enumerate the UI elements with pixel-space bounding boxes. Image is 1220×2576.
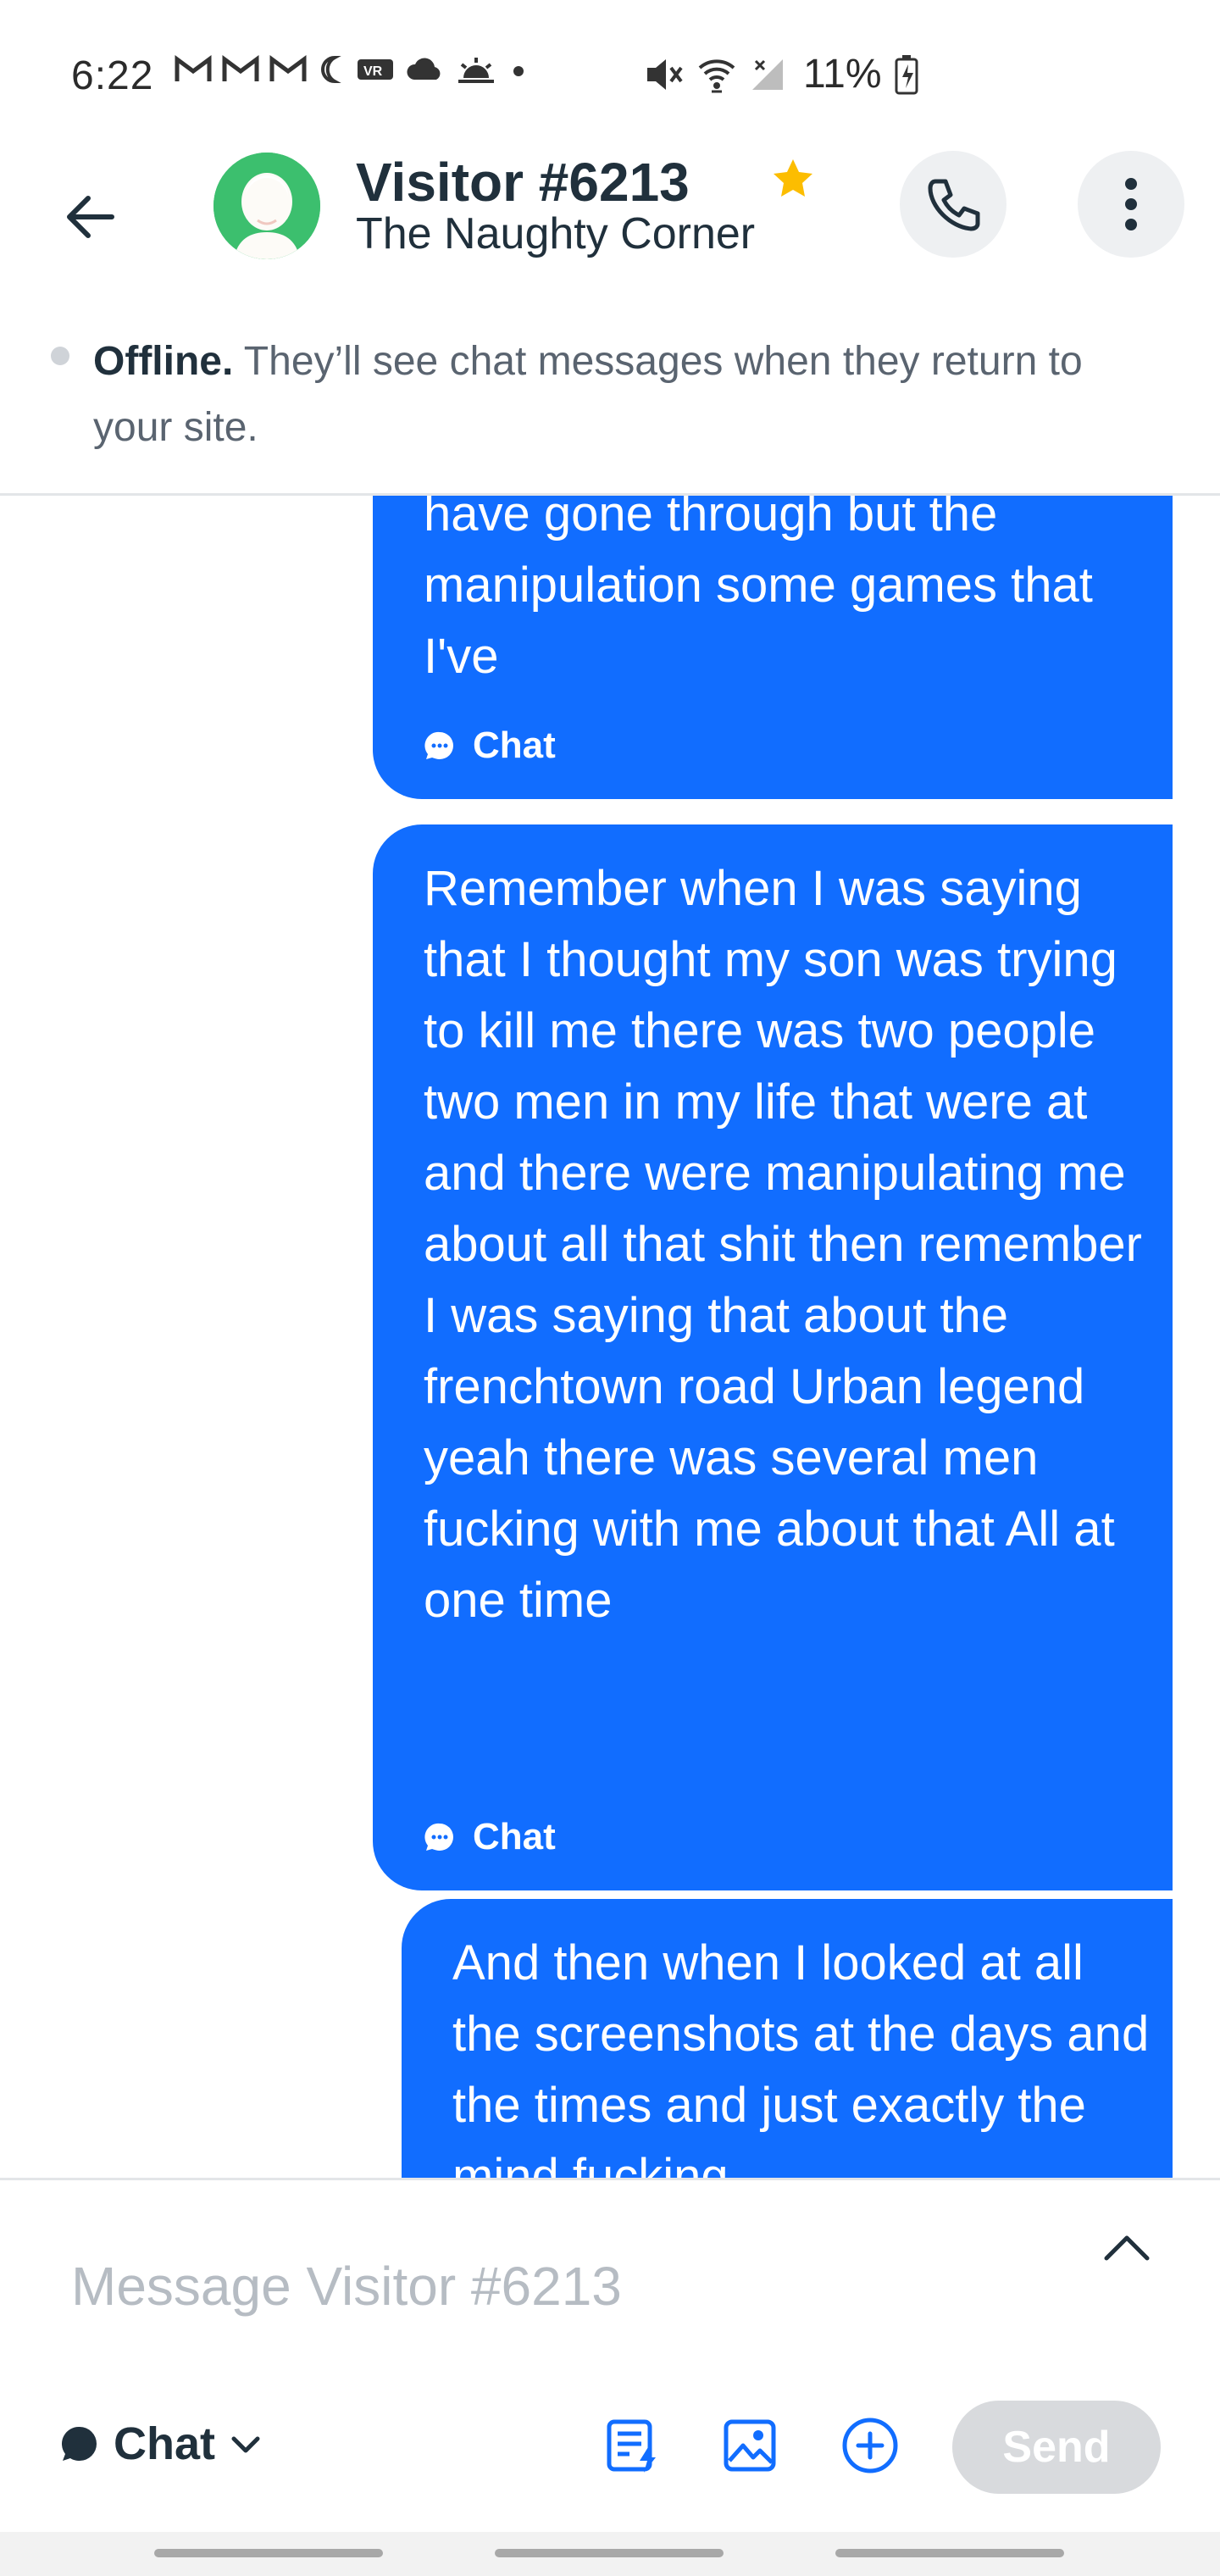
message-bubble[interactable]: Remember when I was saying that I though… bbox=[373, 824, 1173, 1890]
status-bar: 6:22 VR 11% bbox=[0, 0, 1220, 149]
image-upload-button[interactable] bbox=[712, 2407, 788, 2484]
message-bubble[interactable]: And then when I looked at all the screen… bbox=[402, 1899, 1173, 2178]
chat-bubble-icon bbox=[61, 2426, 97, 2461]
saved-replies-button[interactable] bbox=[595, 2407, 671, 2484]
message-input[interactable] bbox=[71, 2240, 1045, 2333]
phone-icon bbox=[928, 179, 980, 231]
navigation-bar bbox=[0, 2532, 1220, 2576]
wifi-icon bbox=[698, 58, 735, 92]
offline-status-dot bbox=[51, 347, 69, 365]
message-text: And then when I looked at all the screen… bbox=[452, 1935, 1150, 2178]
gmail-icon bbox=[222, 55, 259, 81]
cloud-icon bbox=[407, 58, 441, 80]
dot-icon bbox=[513, 66, 524, 76]
moon-icon bbox=[321, 56, 336, 83]
message-composer: Chat Send bbox=[0, 2178, 1220, 2534]
message-channel: Chat bbox=[424, 724, 556, 767]
mute-icon bbox=[647, 58, 683, 90]
message-text: Remember when I was saying that I though… bbox=[424, 861, 1142, 1628]
call-button[interactable] bbox=[900, 151, 1006, 258]
svg-text:VR: VR bbox=[363, 64, 383, 79]
channel-selector[interactable]: Chat bbox=[59, 2418, 263, 2470]
channel-label: Chat bbox=[473, 1816, 556, 1857]
expand-composer-button[interactable] bbox=[1093, 2214, 1161, 2282]
offline-description: They’ll see chat messages when they retu… bbox=[93, 339, 1083, 450]
arrow-left-icon bbox=[67, 196, 114, 238]
chat-header: Visitor #6213 The Naughty Corner bbox=[0, 149, 1220, 310]
back-button[interactable] bbox=[47, 175, 132, 259]
channel-selector-label: Chat bbox=[114, 2418, 215, 2469]
offline-banner: Offline. They’ll see chat messages when … bbox=[0, 310, 1220, 496]
star-icon[interactable] bbox=[769, 156, 817, 203]
chevron-up-icon bbox=[1104, 2235, 1150, 2261]
visitor-avatar-icon bbox=[214, 153, 320, 259]
battery-charging-icon bbox=[895, 54, 918, 94]
more-vertical-icon bbox=[1125, 178, 1137, 230]
status-time: 6:22 bbox=[71, 53, 154, 98]
chevron-down-icon bbox=[231, 2436, 260, 2453]
avatar[interactable] bbox=[214, 153, 320, 259]
gmail-icon bbox=[269, 55, 307, 81]
signal-icon bbox=[752, 58, 783, 90]
add-button[interactable] bbox=[832, 2407, 908, 2484]
site-name: The Naughty Corner bbox=[356, 209, 756, 258]
vr-icon: VR bbox=[358, 59, 393, 80]
plus-circle-icon bbox=[842, 2418, 898, 2473]
system-icons: 11% bbox=[644, 51, 919, 97]
send-button[interactable]: Send bbox=[952, 2401, 1161, 2494]
chat-bubble-icon bbox=[424, 731, 453, 759]
gmail-icon bbox=[175, 55, 212, 81]
nav-handle-left[interactable] bbox=[154, 2549, 383, 2557]
battery-text: 11% bbox=[803, 52, 882, 97]
offline-message: Offline. They’ll see chat messages when … bbox=[93, 329, 1161, 461]
nav-handle-right[interactable] bbox=[835, 2549, 1064, 2557]
chat-bubble-icon bbox=[424, 1823, 453, 1851]
sunrise-icon bbox=[458, 58, 494, 83]
saved-replies-icon bbox=[607, 2419, 656, 2473]
message-channel: Chat bbox=[424, 1816, 556, 1858]
message-text: have gone through but the manipulation s… bbox=[424, 496, 1093, 684]
visitor-name[interactable]: Visitor #6213 bbox=[356, 151, 690, 214]
more-options-button[interactable] bbox=[1078, 151, 1184, 258]
message-bubble[interactable]: have gone through but the manipulation s… bbox=[373, 496, 1173, 799]
nav-handle-center[interactable] bbox=[495, 2549, 724, 2557]
chat-messages[interactable]: have gone through but the manipulation s… bbox=[0, 496, 1220, 2178]
channel-label: Chat bbox=[473, 724, 556, 766]
image-icon bbox=[724, 2419, 776, 2472]
offline-status-label: Offline. bbox=[93, 339, 234, 384]
notification-icons: VR bbox=[174, 54, 531, 85]
